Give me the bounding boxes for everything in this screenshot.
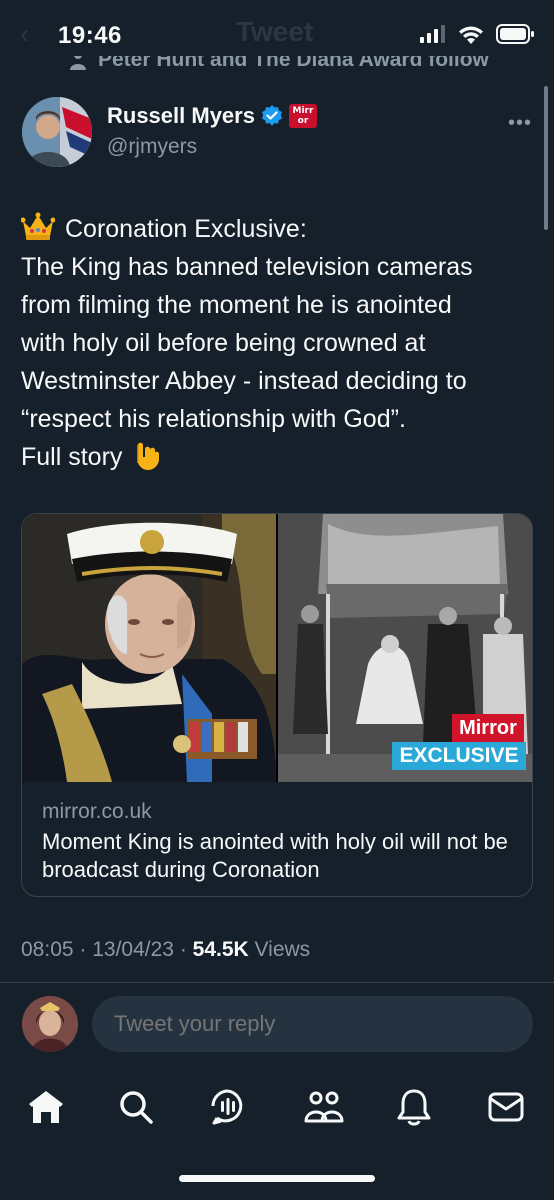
spaces-icon bbox=[211, 1089, 243, 1125]
mirror-affiliate-badge[interactable]: Mirr or bbox=[288, 104, 317, 128]
communities-icon bbox=[304, 1091, 344, 1123]
home-icon bbox=[29, 1091, 63, 1123]
reply-input[interactable] bbox=[92, 996, 533, 1052]
tweet-line-heading: Coronation Exclusive: bbox=[65, 215, 307, 243]
author-name-row[interactable]: Russell Myers Mirr or bbox=[107, 103, 317, 129]
crown-emoji-icon bbox=[21, 212, 55, 240]
status-icons bbox=[420, 24, 534, 44]
battery-icon bbox=[496, 24, 534, 44]
card-domain: mirror.co.uk bbox=[42, 800, 152, 823]
divider bbox=[0, 982, 554, 983]
messages-icon bbox=[488, 1092, 524, 1122]
tweet-line-full-story: Full story bbox=[21, 443, 123, 471]
scrollbar[interactable] bbox=[544, 86, 548, 230]
meta-separator: · bbox=[173, 938, 193, 961]
king-portrait-image bbox=[22, 514, 276, 782]
card-title: Moment King is anointed with holy oil wi… bbox=[42, 829, 508, 882]
link-card[interactable]: Mirror EXCLUSIVE mirror.co.uk Moment Kin… bbox=[21, 513, 533, 897]
card-media[interactable]: Mirror EXCLUSIVE bbox=[22, 514, 532, 782]
social-context-text: Peter Hunt and The Diana Award follow bbox=[98, 56, 489, 71]
home-indicator[interactable] bbox=[179, 1175, 375, 1182]
nav-communities[interactable] bbox=[304, 1085, 344, 1129]
tweet-time: 08:05 bbox=[21, 938, 74, 961]
status-time: 19:46 bbox=[58, 22, 122, 49]
search-icon bbox=[120, 1091, 153, 1124]
nav-messages[interactable] bbox=[486, 1085, 526, 1129]
author-handle[interactable]: @rjmyers bbox=[107, 135, 197, 159]
bottom-nav bbox=[0, 1085, 554, 1135]
tweet-meta: 08:05 · 13/04/23 · 54.5K Views bbox=[21, 938, 310, 962]
notifications-icon bbox=[397, 1089, 431, 1126]
nav-notifications[interactable] bbox=[394, 1085, 434, 1129]
nav-search[interactable] bbox=[116, 1085, 156, 1129]
social-context[interactable]: Peter Hunt and The Diana Award follow bbox=[70, 56, 510, 82]
tweet-date: 13/04/23 bbox=[92, 938, 174, 961]
more-options-icon[interactable]: ••• bbox=[508, 112, 532, 135]
ghost-back-arrow: ‹ bbox=[20, 18, 30, 49]
author-name[interactable]: Russell Myers bbox=[107, 103, 255, 129]
views-label[interactable]: Views bbox=[249, 938, 311, 961]
views-count[interactable]: 54.5K bbox=[193, 938, 249, 961]
pointing-down-emoji-icon bbox=[137, 442, 160, 470]
author-avatar[interactable] bbox=[22, 97, 92, 167]
tweet-body: The King has banned television cameras f… bbox=[21, 253, 473, 433]
meta-separator: · bbox=[73, 938, 93, 961]
nav-home[interactable] bbox=[26, 1085, 66, 1129]
exclusive-badge: EXCLUSIVE bbox=[392, 742, 526, 770]
person-icon bbox=[70, 56, 86, 70]
nav-spaces[interactable] bbox=[208, 1085, 248, 1129]
status-bar: ‹ Tweet 19:46 bbox=[0, 0, 554, 60]
wifi-icon bbox=[459, 26, 483, 44]
reply-avatar[interactable] bbox=[22, 996, 78, 1052]
ghost-header-title: Tweet bbox=[236, 16, 314, 47]
verified-badge-icon bbox=[261, 105, 282, 126]
mirror-logo-badge: Mirror bbox=[452, 714, 524, 742]
archive-coronation-image: Mirror EXCLUSIVE bbox=[278, 514, 532, 782]
signal-icon bbox=[420, 25, 445, 43]
tweet-text: Coronation Exclusive: The King has banne… bbox=[21, 210, 541, 476]
